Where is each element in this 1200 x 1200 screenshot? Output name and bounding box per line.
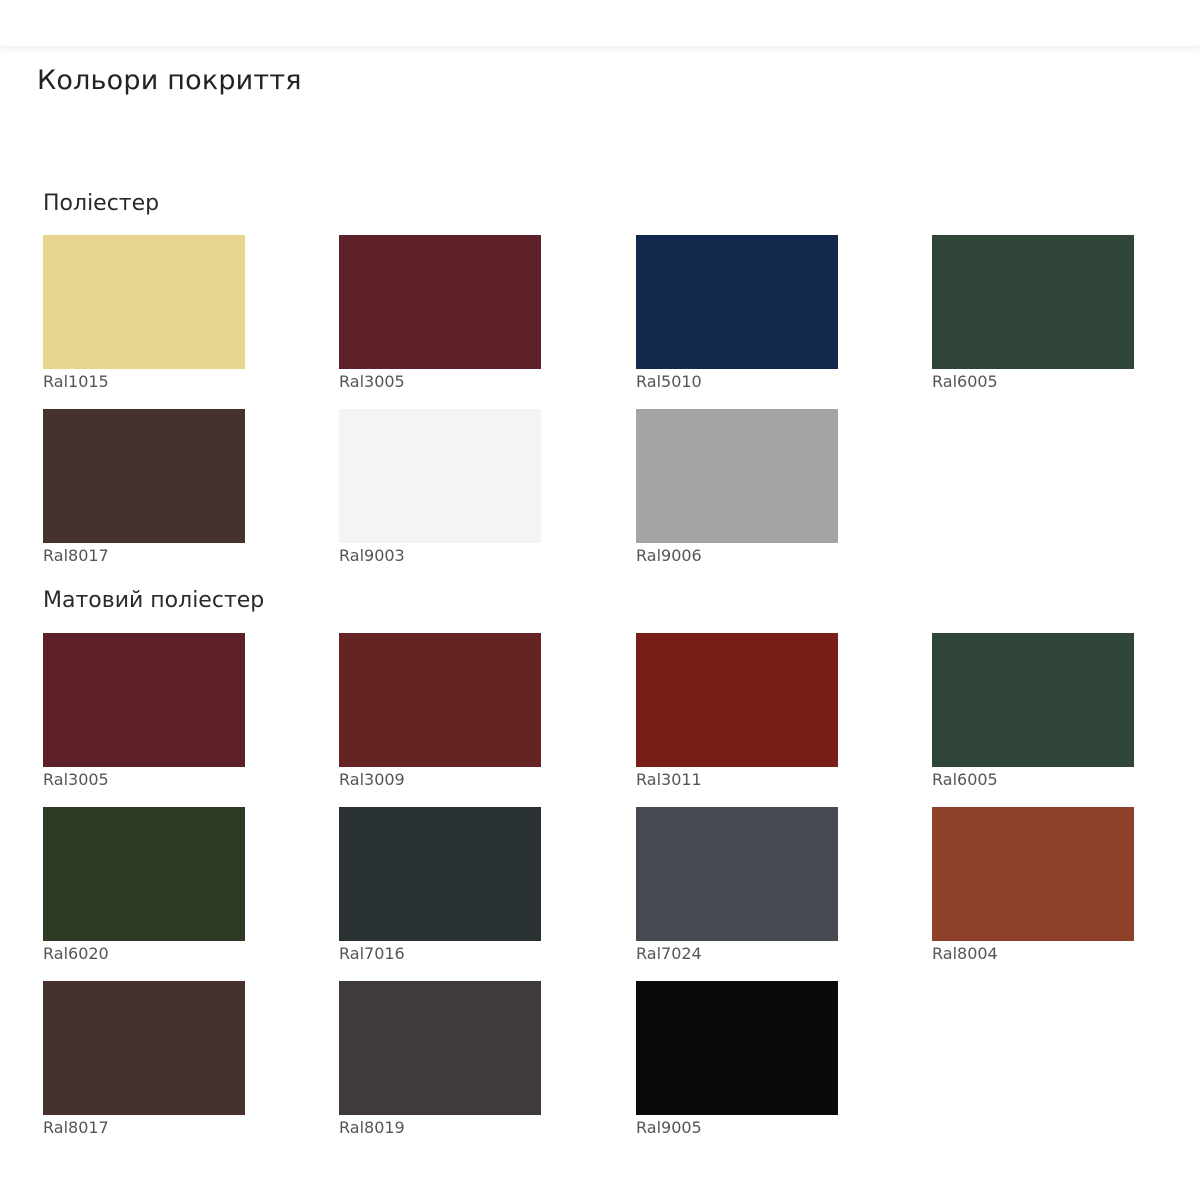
color-code-label: Ral8019 — [339, 1118, 405, 1137]
color-chip[interactable] — [339, 807, 541, 941]
color-chip[interactable] — [636, 235, 838, 369]
color-swatch-ral9006[interactable]: Ral9006 — [636, 409, 838, 571]
color-code-label: Ral8004 — [932, 944, 998, 963]
color-chip[interactable] — [43, 235, 245, 369]
color-swatch-ral3005[interactable]: Ral3005 — [339, 235, 541, 397]
color-code-label: Ral6020 — [43, 944, 109, 963]
color-swatch-ral7024[interactable]: Ral7024 — [636, 807, 838, 969]
color-code-label: Ral8017 — [43, 546, 109, 565]
color-swatch-ral9005[interactable]: Ral9005 — [636, 981, 838, 1143]
color-chip[interactable] — [932, 807, 1134, 941]
section-title: Матовий поліестер — [43, 588, 265, 613]
color-swatch-ral7016[interactable]: Ral7016 — [339, 807, 541, 969]
color-swatch-ral6005[interactable]: Ral6005 — [932, 235, 1134, 397]
color-chip[interactable] — [339, 409, 541, 543]
top-bar — [0, 0, 1200, 46]
color-code-label: Ral6005 — [932, 372, 998, 391]
color-chip[interactable] — [932, 633, 1134, 767]
color-code-label: Ral8017 — [43, 1118, 109, 1137]
color-swatch-ral9003[interactable]: Ral9003 — [339, 409, 541, 571]
color-swatch-ral8004[interactable]: Ral8004 — [932, 807, 1134, 969]
color-code-label: Ral7016 — [339, 944, 405, 963]
color-code-label: Ral7024 — [636, 944, 702, 963]
color-chip[interactable] — [636, 633, 838, 767]
color-swatch-ral3009[interactable]: Ral3009 — [339, 633, 541, 795]
color-chip[interactable] — [932, 235, 1134, 369]
color-chip[interactable] — [43, 981, 245, 1115]
page: Кольори покриття Поліестер Ral1015 Ral3005… — [0, 0, 1200, 1200]
color-code-label: Ral3011 — [636, 770, 702, 789]
color-chip[interactable] — [636, 807, 838, 941]
color-chip[interactable] — [339, 235, 541, 369]
color-chip[interactable] — [43, 807, 245, 941]
section-title: Поліестер — [43, 191, 160, 216]
color-code-label: Ral9003 — [339, 546, 405, 565]
color-chip[interactable] — [339, 633, 541, 767]
color-swatch-ral8017[interactable]: Ral8017 — [43, 409, 245, 571]
color-swatch-ral3005[interactable]: Ral3005 — [43, 633, 245, 795]
color-swatch-ral3011[interactable]: Ral3011 — [636, 633, 838, 795]
color-swatch-ral8019[interactable]: Ral8019 — [339, 981, 541, 1143]
color-swatch-ral6005[interactable]: Ral6005 — [932, 633, 1134, 795]
color-code-label: Ral5010 — [636, 372, 702, 391]
color-chip[interactable] — [43, 409, 245, 543]
color-code-label: Ral3005 — [339, 372, 405, 391]
page-title: Кольори покриття — [37, 65, 302, 96]
color-code-label: Ral6005 — [932, 770, 998, 789]
color-chip[interactable] — [43, 633, 245, 767]
color-chip[interactable] — [339, 981, 541, 1115]
color-swatch-ral6020[interactable]: Ral6020 — [43, 807, 245, 969]
color-chip[interactable] — [636, 409, 838, 543]
color-code-label: Ral9006 — [636, 546, 702, 565]
color-code-label: Ral9005 — [636, 1118, 702, 1137]
color-swatch-ral1015[interactable]: Ral1015 — [43, 235, 245, 397]
color-swatch-ral8017[interactable]: Ral8017 — [43, 981, 245, 1143]
color-code-label: Ral3009 — [339, 770, 405, 789]
color-code-label: Ral1015 — [43, 372, 109, 391]
color-code-label: Ral3005 — [43, 770, 109, 789]
color-swatch-ral5010[interactable]: Ral5010 — [636, 235, 838, 397]
color-chip[interactable] — [636, 981, 838, 1115]
